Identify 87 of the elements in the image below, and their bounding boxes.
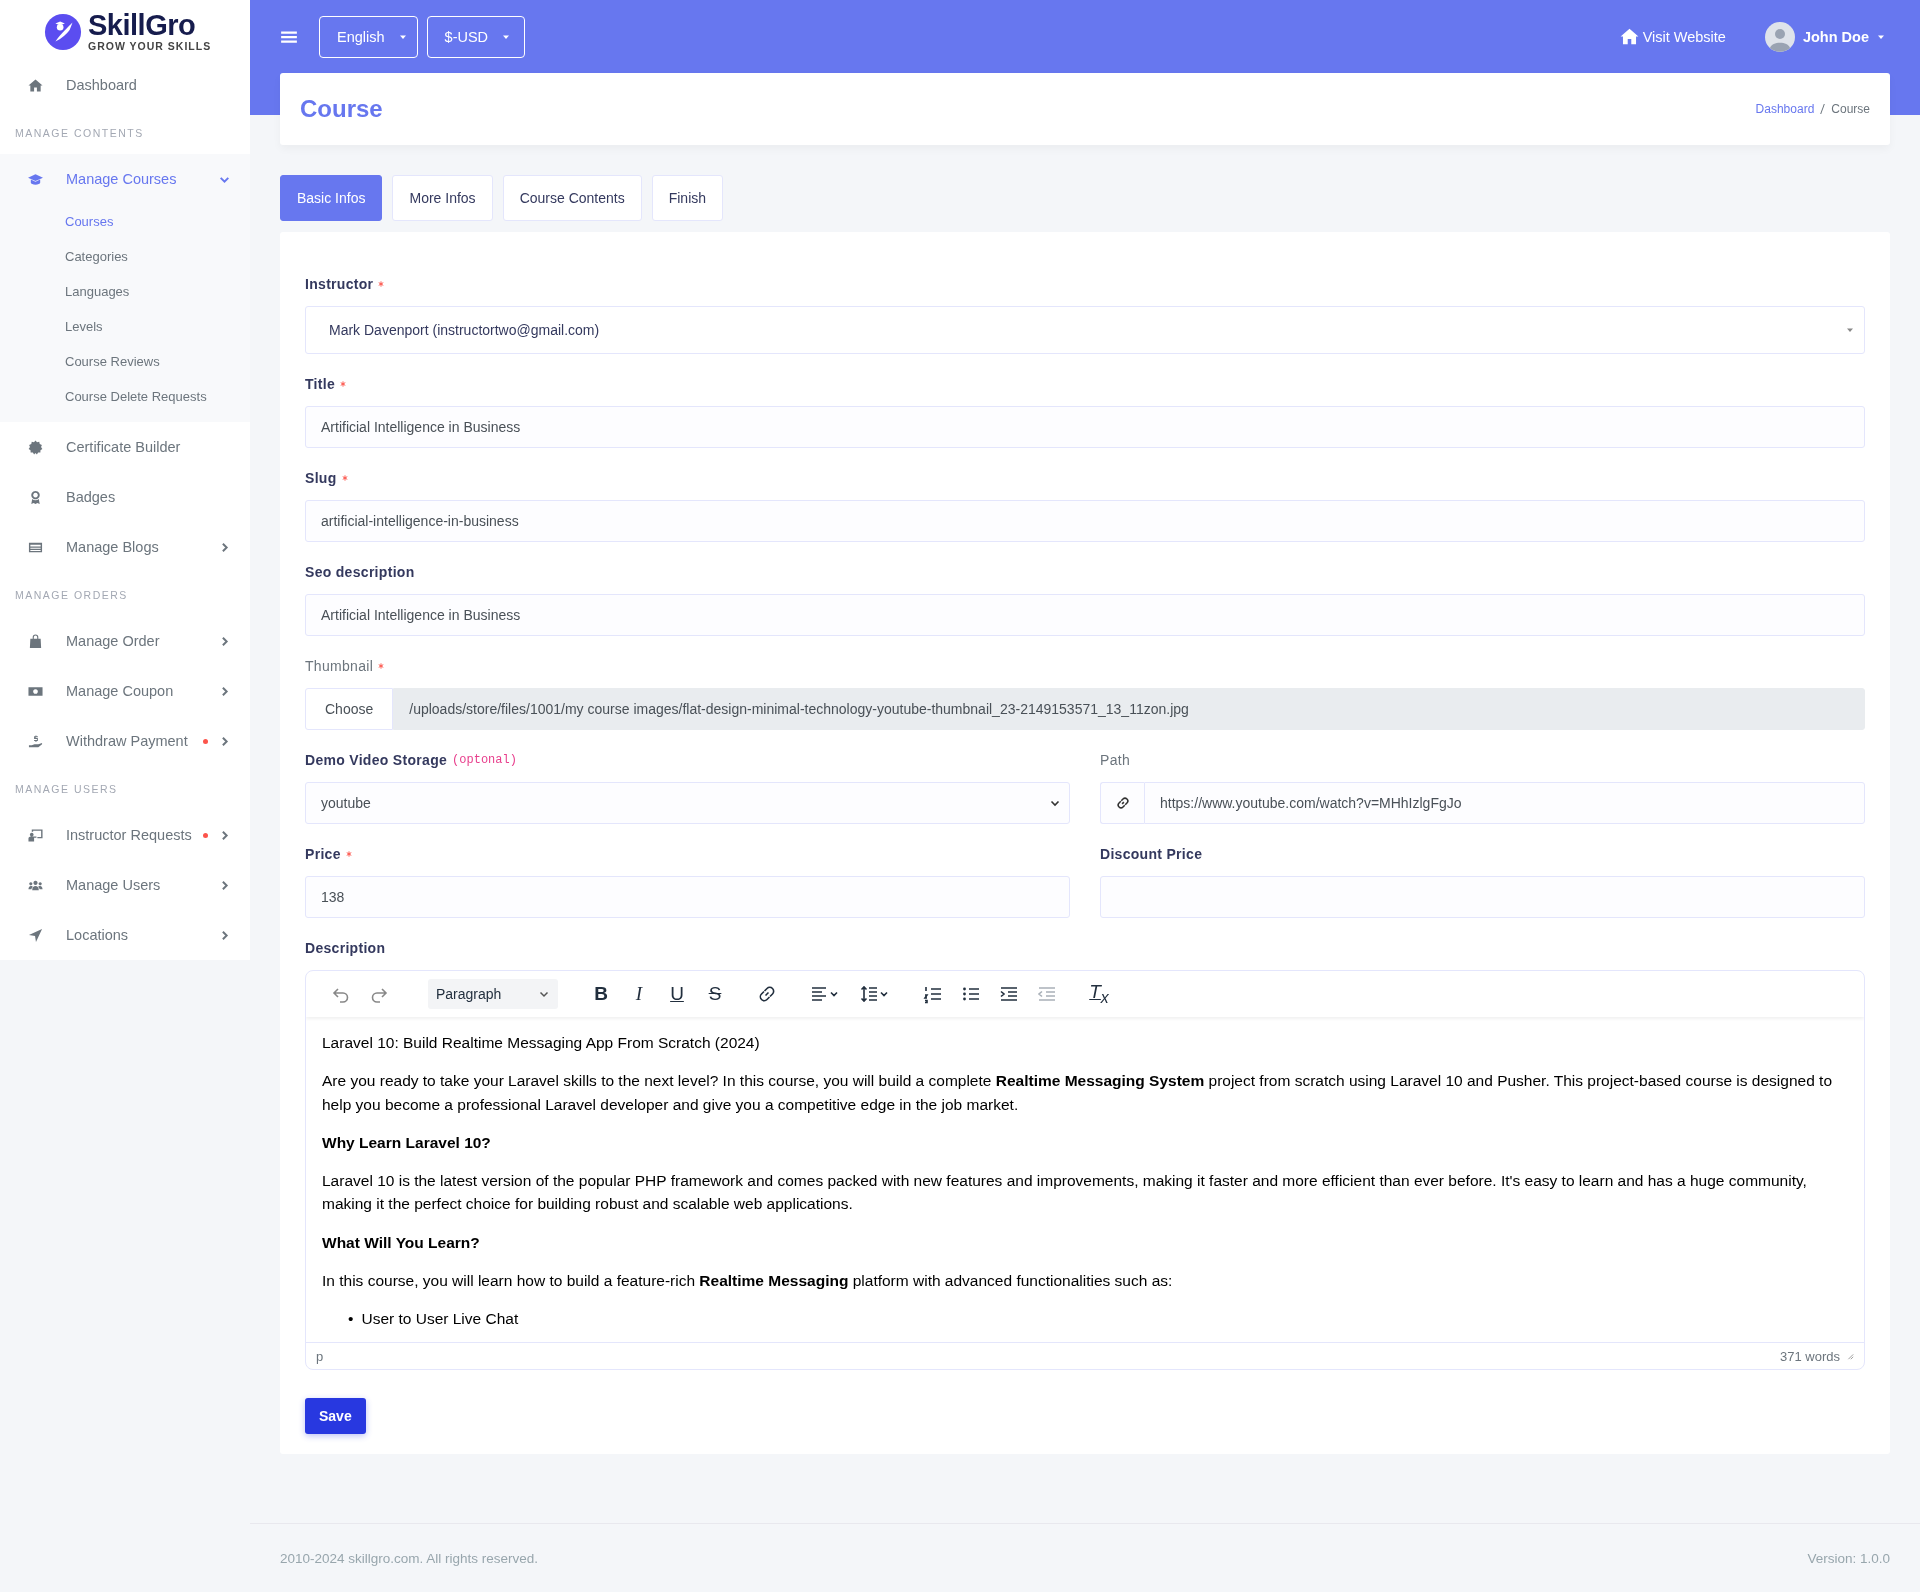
currency-select[interactable]: $-USD bbox=[426, 15, 526, 58]
field-label: Demo Video Storage bbox=[305, 752, 448, 768]
paragraph: Laravel 10: Build Realtime Messaging App From Scratch (2024) bbox=[322, 1033, 761, 1053]
breadcrumb-current: Course bbox=[1831, 102, 1870, 116]
optional-note: (optonal) bbox=[452, 753, 517, 767]
paragraph: In this course, you will learn how to build a feature-rich Realtime Messaging platform with advanced functionalities such as: bbox=[322, 1270, 1174, 1291]
section-heading: MANAGE CONTENTS bbox=[14, 126, 145, 141]
sidebar-item[interactable]: Manage Courses bbox=[0, 154, 250, 204]
submenu-item[interactable]: Course Delete Requests bbox=[0, 379, 250, 414]
tab[interactable]: Course Contents bbox=[502, 175, 642, 221]
sidebar-item[interactable]: Manage Order bbox=[0, 616, 250, 666]
field-label: Thumbnail bbox=[305, 658, 374, 674]
paragraph: Laravel 10 is the latest version of the popular PHP framework and comes packed with new features and improvements, making it faster and more efficient than ever before. It's easy to learn and has a huge community, making it the perfect choice for building robust and scalable web applications. bbox=[322, 1171, 1808, 1215]
input-field[interactable] bbox=[1100, 876, 1865, 918]
sidebar-item[interactable]: Locations bbox=[0, 910, 250, 960]
sidebar-item[interactable]: Manage Users bbox=[0, 860, 250, 910]
sidebar-item[interactable]: Manage Coupon bbox=[0, 666, 250, 716]
sidebar-item[interactable]: Badges bbox=[0, 472, 250, 522]
bullet: • bbox=[348, 1309, 354, 1329]
submenu-item[interactable]: Categories bbox=[0, 239, 250, 274]
sidebar-item[interactable]: Manage Blogs bbox=[0, 522, 250, 572]
avatar-icon bbox=[1764, 21, 1795, 52]
field-label: Instructor bbox=[305, 276, 374, 292]
field-label: Price bbox=[305, 846, 341, 862]
bag-icon bbox=[28, 633, 43, 649]
paragraph: Are you ready to take your Laravel skills to the next level? In this course, you will build a complete Realtime Messaging System project from scratch using Laravel 10 and Pusher. This project-based course is designed to help you become a professional Laravel developer and give you a competitive edge in the job market. bbox=[322, 1071, 1834, 1115]
link-icon bbox=[1115, 796, 1130, 810]
visit-website-link[interactable]: Visit Website bbox=[1619, 27, 1726, 46]
section-heading: MANAGE USERS bbox=[14, 782, 119, 797]
sidebar-item[interactable]: Instructor Requests bbox=[0, 810, 250, 860]
field-label: Slug bbox=[305, 470, 337, 486]
bold-button[interactable]: B bbox=[584, 979, 618, 1009]
user-menu[interactable]: John Doe bbox=[1764, 21, 1885, 52]
instructor-select[interactable]: Mark Davenport (instructortwo@gmail.com) bbox=[305, 306, 1865, 354]
list-item: User to User Live Chat bbox=[361, 1309, 519, 1329]
teacher-board-icon bbox=[28, 827, 43, 843]
version-text: Version: 1.0.0 bbox=[1807, 1550, 1890, 1566]
sidebar-item[interactable]: Withdraw Payment bbox=[0, 716, 250, 766]
award-icon bbox=[28, 489, 43, 505]
clear-formatting-button[interactable]: T$_{x}$ bbox=[1082, 979, 1116, 1009]
storage-select[interactable]: youtube bbox=[305, 782, 1070, 824]
submenu-item[interactable]: Levels bbox=[0, 309, 250, 344]
field-label: Seo description bbox=[305, 564, 415, 580]
file-path-field[interactable]: /uploads/store/files/1001/my course images/flat-design-minimal-technology-youtube-thumbnail_23-2149153571_13_11zon.jpg bbox=[393, 688, 1865, 730]
section-heading: What Will You Learn? bbox=[322, 1232, 481, 1253]
tab[interactable]: More Infos bbox=[392, 175, 493, 221]
submenu-item[interactable]: Course Reviews bbox=[0, 344, 250, 379]
field-label: Discount Price bbox=[1100, 846, 1203, 862]
sidebar-item[interactable]: Dashboard bbox=[0, 60, 250, 110]
resize-handle-icon[interactable] bbox=[1846, 1352, 1854, 1360]
section-heading: MANAGE ORDERS bbox=[14, 588, 129, 603]
input-field[interactable]: https://www.youtube.com/watch?v=MHhIzlgFgJo bbox=[1144, 782, 1865, 824]
field-label: Title bbox=[305, 376, 336, 392]
input-field[interactable]: artificial-intelligence-in-business bbox=[305, 500, 1865, 542]
caret-icon bbox=[1846, 326, 1854, 334]
choose-button[interactable]: Choose bbox=[305, 688, 394, 730]
input-field[interactable]: Artificial Intelligence in Business bbox=[305, 406, 1865, 448]
breadcrumb-link[interactable]: Dashboard bbox=[1755, 102, 1815, 116]
seal-icon bbox=[28, 439, 43, 455]
element-path: p bbox=[316, 1348, 324, 1364]
location-arrow-icon bbox=[28, 927, 43, 943]
submenu-item[interactable]: Courses bbox=[0, 204, 250, 239]
field-label: Description bbox=[305, 940, 386, 956]
input-field[interactable]: Artificial Intelligence in Business bbox=[305, 594, 1865, 636]
word-count: 371 words bbox=[1780, 1348, 1840, 1364]
sidebar-item[interactable]: Certificate Builder bbox=[0, 422, 250, 472]
tab[interactable]: Basic Infos bbox=[280, 175, 383, 221]
logo-icon bbox=[44, 12, 82, 51]
home-icon bbox=[1619, 27, 1639, 46]
block-format-select[interactable]: Paragraph bbox=[428, 979, 558, 1009]
language-select[interactable]: English bbox=[319, 15, 418, 58]
tab[interactable]: Finish bbox=[651, 175, 724, 221]
brand-tagline: GROW YOUR SKILLS bbox=[88, 41, 212, 52]
hand-coin-icon bbox=[28, 733, 43, 749]
strikethrough-button[interactable]: S bbox=[698, 979, 732, 1009]
input-field[interactable]: 138 bbox=[305, 876, 1070, 918]
save-button[interactable]: Save bbox=[305, 1398, 366, 1434]
graduation-cap-icon bbox=[28, 171, 43, 187]
copyright-text: 2010-2024 skillgro.com. All rights reserved. bbox=[280, 1550, 539, 1566]
underline-button[interactable]: U bbox=[660, 979, 694, 1009]
brand-name: SkillGro bbox=[88, 11, 197, 41]
submenu-item[interactable]: Languages bbox=[0, 274, 250, 309]
page-title: Course bbox=[300, 95, 384, 123]
field-label: Path bbox=[1100, 752, 1130, 768]
home-icon bbox=[28, 77, 43, 93]
italic-button[interactable]: I bbox=[622, 979, 656, 1009]
section-heading: Why Learn Laravel 10? bbox=[322, 1132, 492, 1153]
